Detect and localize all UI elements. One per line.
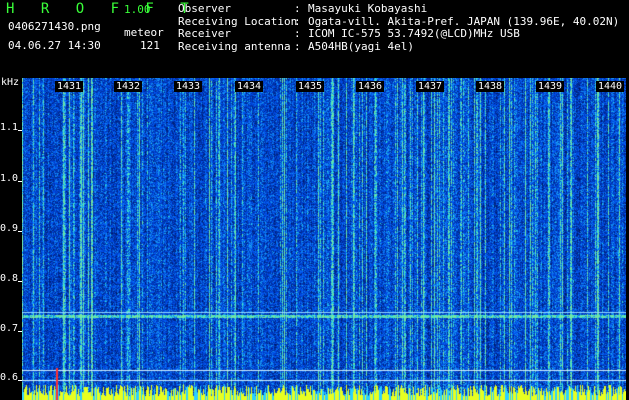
info-separator: : bbox=[294, 2, 301, 15]
x-tick-label: 1433 bbox=[174, 81, 203, 92]
x-tick-label: 1434 bbox=[235, 81, 264, 92]
y-tick-label: 0.7 bbox=[0, 323, 19, 334]
y-tick-label: 1.0 bbox=[0, 173, 19, 184]
y-tick-label: 0.9 bbox=[0, 223, 19, 234]
info-value: Masayuki Kobayashi bbox=[308, 2, 428, 15]
x-tick-label: 1439 bbox=[536, 81, 565, 92]
info-value: A504HB(yagi 4el) bbox=[308, 39, 414, 53]
y-tick-mark bbox=[18, 331, 22, 332]
spectrogram-canvas bbox=[22, 78, 626, 400]
meteor-count: 121 bbox=[140, 39, 160, 52]
app-title: H R O F F T bbox=[6, 1, 198, 17]
mode-label: meteor bbox=[124, 26, 164, 39]
info-value: Ogata-vill. Akita-Pref. JAPAN (139.96E, … bbox=[308, 14, 620, 28]
y-tick-label: 0.6 bbox=[0, 372, 19, 383]
capture-datetime: 04.06.27 14:30 bbox=[8, 39, 101, 52]
y-tick-mark bbox=[18, 380, 22, 381]
x-tick-label: 1437 bbox=[416, 81, 445, 92]
header-panel: H R O F F T 1.00 0406271430.png 04.06.27… bbox=[0, 0, 629, 78]
x-tick-label: 1435 bbox=[296, 81, 325, 92]
station-info: Observer: Masayuki Kobayashi Receiving Lo… bbox=[178, 2, 620, 54]
x-tick-label: 1431 bbox=[55, 81, 84, 92]
x-tick-label: 1436 bbox=[356, 81, 385, 92]
y-tick-mark bbox=[18, 130, 22, 131]
info-separator: : bbox=[294, 27, 301, 40]
info-key: Observer bbox=[178, 2, 231, 15]
y-tick-mark bbox=[18, 181, 22, 182]
x-tick-label: 1440 bbox=[596, 81, 625, 92]
y-axis: kHz 1.1 1.0 0.9 0.8 0.7 0.6 bbox=[0, 77, 22, 400]
spectrogram-panel: kHz 1.1 1.0 0.9 0.8 0.7 0.6 1431 1432 14… bbox=[0, 77, 629, 400]
info-row-antenna: Receiving antenna: A504HB(yagi 4el) bbox=[178, 39, 619, 54]
info-key: Receiver bbox=[178, 27, 231, 40]
x-tick-label: 1432 bbox=[114, 81, 143, 92]
y-tick-label: 1.1 bbox=[0, 122, 19, 133]
info-separator: : bbox=[294, 39, 301, 53]
app-version: 1.00 bbox=[124, 3, 151, 16]
info-value: ICOM IC-575 53.7492(@LCD)MHz USB bbox=[308, 27, 520, 40]
x-tick-label: 1438 bbox=[476, 81, 505, 92]
y-tick-mark bbox=[18, 281, 22, 282]
y-axis-unit: kHz bbox=[1, 77, 20, 88]
y-tick-mark bbox=[18, 231, 22, 232]
y-tick-label: 0.8 bbox=[0, 273, 19, 284]
image-filename: 0406271430.png bbox=[8, 20, 101, 33]
info-key: Receiving antenna bbox=[178, 39, 291, 53]
